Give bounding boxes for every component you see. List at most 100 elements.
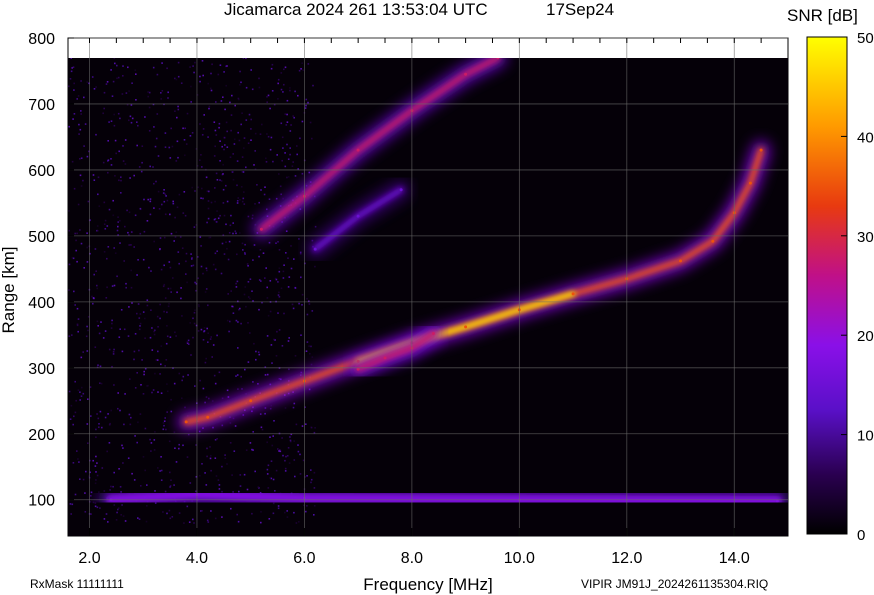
noise-dot — [231, 171, 233, 173]
noise-dot — [131, 472, 133, 475]
noise-dot — [96, 287, 99, 290]
noise-dot — [216, 179, 219, 181]
noise-dot — [312, 84, 314, 87]
noise-dot — [207, 82, 209, 85]
noise-dot — [150, 270, 152, 272]
noise-dot — [239, 83, 241, 86]
noise-dot — [103, 107, 105, 110]
noise-dot — [139, 232, 142, 235]
noise-dot — [268, 241, 271, 244]
noise-dot — [173, 240, 175, 242]
noise-dot — [122, 145, 124, 147]
noise-dot — [201, 60, 204, 62]
noise-dot — [272, 160, 274, 163]
noise-dot — [70, 513, 72, 515]
noise-dot — [212, 263, 215, 266]
noise-dot — [110, 158, 112, 160]
noise-dot — [207, 217, 210, 220]
noise-dot — [94, 248, 97, 250]
noise-dot — [298, 69, 301, 72]
noise-dot — [310, 345, 312, 348]
noise-dot — [240, 81, 242, 84]
noise-dot — [144, 317, 146, 320]
noise-dot — [112, 80, 115, 83]
noise-dot — [233, 450, 236, 452]
noise-dot — [194, 281, 196, 284]
trace-point — [259, 227, 263, 231]
noise-dot — [282, 91, 284, 93]
noise-dot — [310, 481, 312, 484]
noise-dot — [133, 479, 136, 481]
noise-dot — [221, 465, 223, 468]
noise-dot — [214, 457, 217, 459]
noise-dot — [191, 186, 193, 189]
noise-dot — [289, 87, 291, 89]
noise-dot — [280, 193, 282, 196]
noise-dot — [186, 456, 189, 458]
noise-dot — [93, 297, 95, 300]
noise-dot — [207, 200, 210, 202]
colorbar-tick-label: 0 — [857, 527, 865, 544]
noise-dot — [96, 474, 99, 477]
noise-dot — [302, 69, 305, 71]
noise-dot — [230, 214, 232, 217]
noise-dot — [230, 114, 233, 116]
noise-dot — [222, 188, 225, 191]
noise-dot — [306, 313, 309, 316]
noise-dot — [159, 470, 161, 472]
noise-dot — [174, 331, 176, 334]
noise-dot — [136, 312, 138, 315]
noise-dot — [241, 112, 243, 114]
noise-dot — [160, 479, 163, 481]
noise-dot — [94, 465, 97, 467]
noise-dot — [149, 165, 151, 168]
noise-dot — [236, 513, 238, 516]
noise-dot — [156, 315, 159, 318]
noise-dot — [150, 309, 152, 311]
noise-dot — [216, 438, 218, 440]
noise-dot — [258, 255, 260, 258]
chart-title: Jicamarca 2024 261 13:53:04 UTC — [224, 0, 488, 19]
noise-dot — [284, 66, 287, 69]
noise-dot — [191, 257, 193, 259]
noise-dot — [287, 158, 290, 160]
noise-dot — [166, 411, 168, 413]
noise-dot — [81, 386, 83, 389]
noise-dot — [240, 375, 242, 378]
noise-dot — [264, 277, 266, 279]
noise-dot — [243, 137, 246, 139]
noise-dot — [169, 287, 172, 290]
noise-dot — [177, 105, 179, 108]
noise-dot — [128, 211, 131, 214]
noise-dot — [245, 305, 247, 308]
noise-dot — [288, 462, 291, 464]
noise-dot — [269, 107, 271, 110]
noise-dot — [106, 450, 108, 453]
noise-dot — [139, 322, 142, 325]
noise-dot — [163, 264, 165, 267]
noise-dot — [246, 263, 249, 265]
noise-dot — [168, 146, 171, 149]
noise-dot — [129, 378, 131, 380]
noise-dot — [92, 174, 95, 176]
noise-dot — [237, 197, 240, 199]
noise-dot — [115, 519, 118, 521]
x-tick-label: 8.0 — [401, 550, 423, 567]
noise-dot — [118, 468, 120, 470]
noise-dot — [228, 240, 231, 243]
noise-dot — [308, 171, 311, 174]
noise-dot — [170, 232, 173, 235]
noise-dot — [187, 374, 189, 376]
noise-dot — [269, 477, 271, 479]
noise-dot — [98, 205, 101, 207]
noise-dot — [162, 428, 165, 431]
noise-dot — [161, 90, 164, 92]
noise-dot — [260, 511, 262, 513]
noise-dot — [210, 510, 212, 512]
noise-dot — [143, 370, 145, 373]
noise-dot — [210, 72, 212, 75]
noise-dot — [310, 426, 313, 429]
noise-dot — [199, 159, 201, 161]
noise-dot — [234, 104, 236, 107]
noise-dot — [233, 143, 236, 145]
